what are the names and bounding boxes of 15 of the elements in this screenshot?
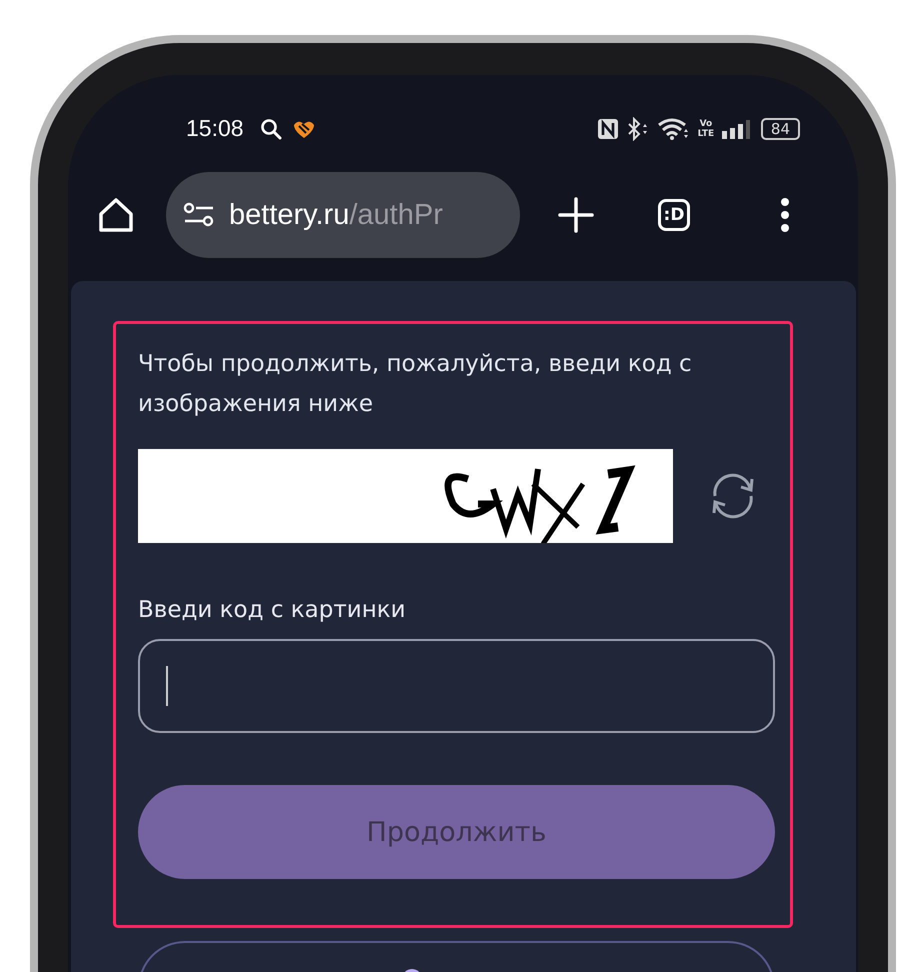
instruction-text: Чтобы продолжить, пожалуйста, введи код с изображения ниже (138, 350, 693, 419)
search-icon (260, 118, 282, 140)
signal-icon (720, 118, 751, 139)
address-bar[interactable]: bettery.ru/authPr (166, 172, 520, 258)
menu-icon[interactable] (780, 197, 790, 234)
tab-switcher[interactable]: :D (658, 199, 690, 232)
clock-time: 15:08 (186, 115, 244, 142)
field-label: Введи код с картинки (138, 597, 407, 623)
plus-icon[interactable] (558, 197, 594, 234)
code-input-field[interactable] (138, 639, 775, 733)
network-label: Vo LTE (696, 118, 715, 139)
battery-indicator: 84 (760, 118, 800, 140)
url-text: bettery.ru/authPr (229, 198, 443, 232)
wifi-icon (656, 116, 691, 141)
nfc-icon (596, 118, 619, 140)
